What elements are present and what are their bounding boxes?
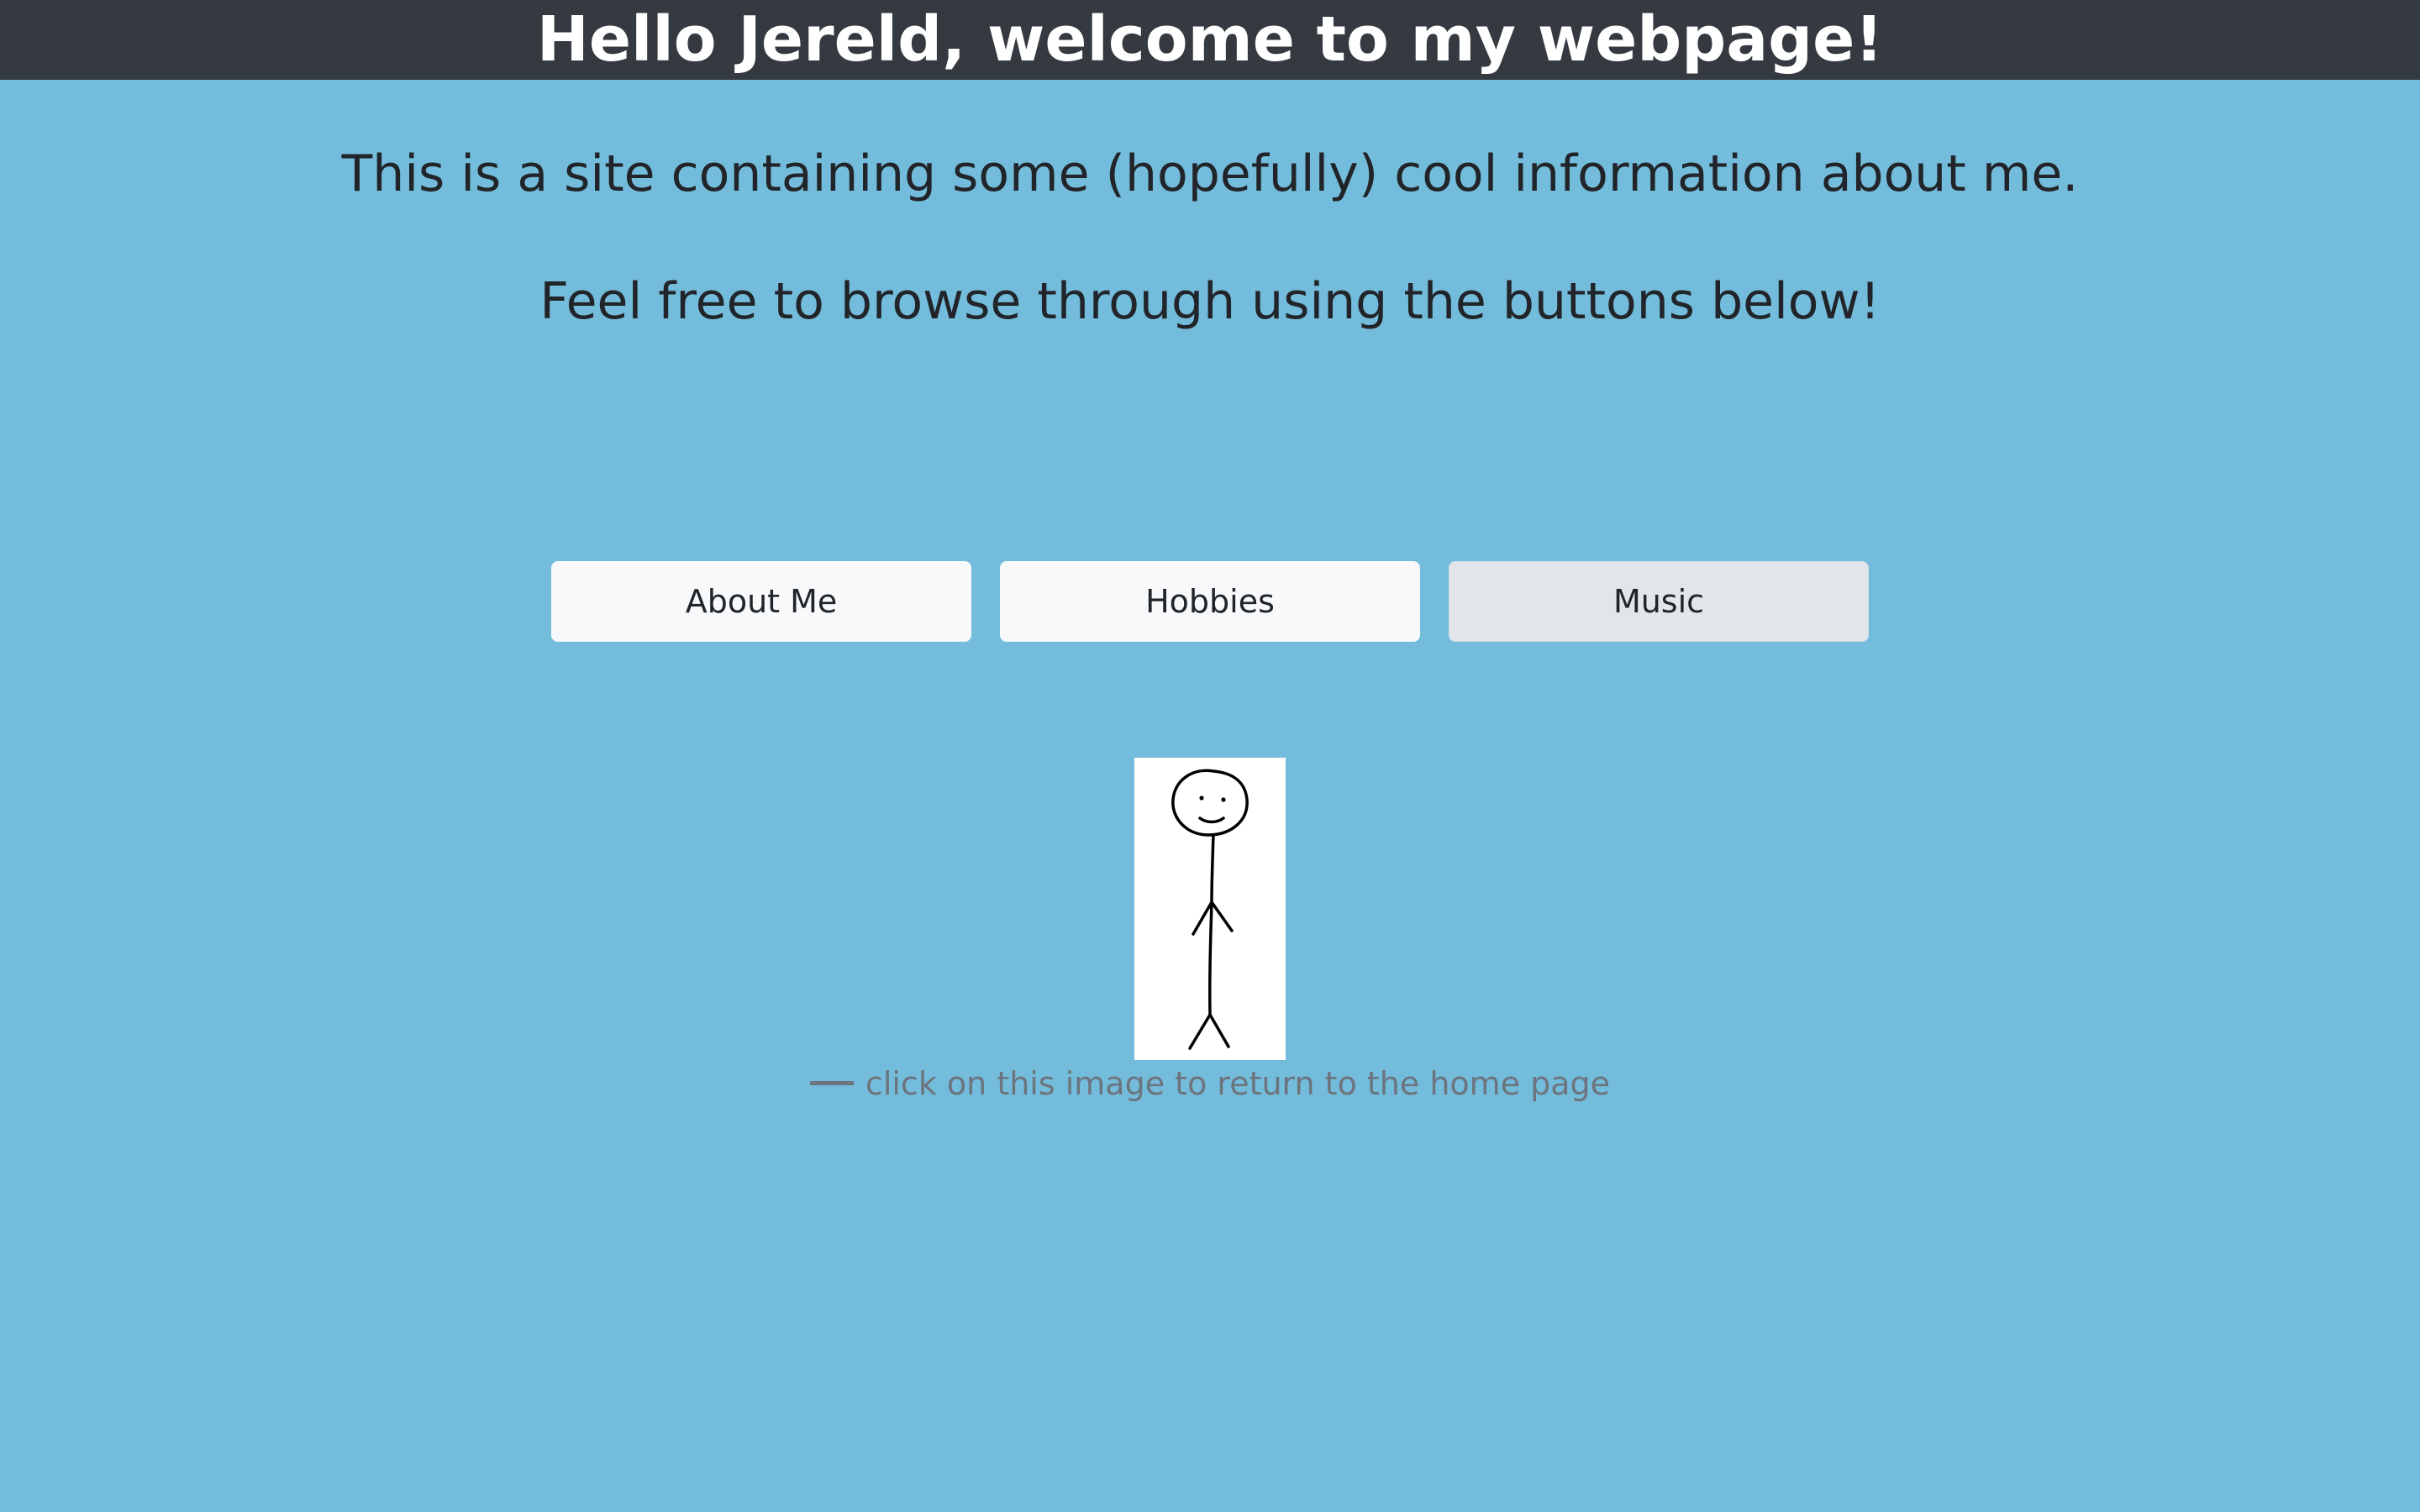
caption-dash <box>809 1081 854 1085</box>
nav-button-group: About Me Hobbies Music <box>0 561 2420 642</box>
intro-text-line-1: This is a site containing some (hopefull… <box>341 144 2079 203</box>
stick-figure-icon <box>1171 769 1249 1050</box>
page-title: Hello Jereld, welcome to my webpage! <box>536 3 1884 76</box>
caption-text: click on this image to return to the hom… <box>865 1065 1611 1102</box>
home-link-image[interactable] <box>1134 758 1286 1060</box>
about-me-button[interactable]: About Me <box>551 561 971 642</box>
intro-text-line-2: Feel free to browse through using the bu… <box>539 272 1881 331</box>
page: Hello Jereld, welcome to my webpage! Thi… <box>0 0 2420 1512</box>
image-caption: click on this image to return to the hom… <box>0 1065 2420 1102</box>
music-button[interactable]: Music <box>1449 561 1869 642</box>
header-bar: Hello Jereld, welcome to my webpage! <box>0 0 2420 80</box>
hobbies-button[interactable]: Hobbies <box>1000 561 1420 642</box>
